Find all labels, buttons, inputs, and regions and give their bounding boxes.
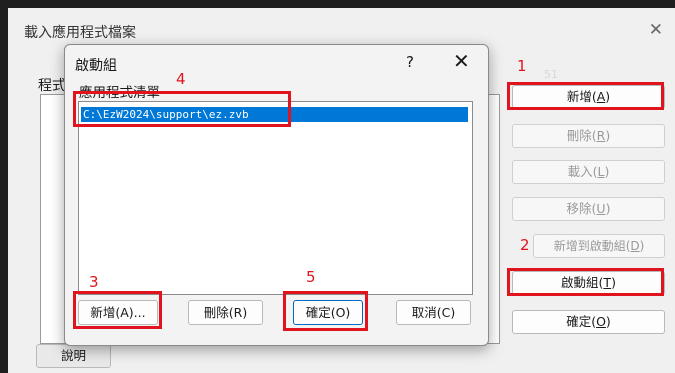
delete-button-label: 刪除(: [566, 128, 597, 143]
remove-button[interactable]: 移除(U): [512, 197, 665, 221]
ok-button-label: 確定(: [566, 314, 597, 329]
add-button-label: 新增(: [566, 89, 597, 104]
dialog-title: 啟動組: [75, 58, 117, 74]
dialog-close-icon[interactable]: ✕: [453, 49, 470, 73]
application-list[interactable]: C:\EzW2024\support\ez.zvb: [78, 101, 473, 295]
dialog-delete-button[interactable]: 刪除(R): [188, 300, 263, 325]
remove-button-label: 移除(: [566, 201, 597, 216]
annotation-3: 3: [89, 273, 99, 291]
startup-group-button-label: 啟動組(: [561, 275, 604, 290]
ok-button[interactable]: 確定(O): [512, 310, 665, 334]
startup-group-button-key: T: [603, 275, 612, 290]
programs-group-label: 程式: [38, 78, 66, 94]
add-to-startup-button-end: ): [639, 239, 645, 253]
startup-group-button-end: ): [611, 275, 616, 290]
window-title: 載入應用程式檔案: [24, 25, 136, 41]
list-item[interactable]: C:\EzW2024\support\ez.zvb: [81, 107, 468, 122]
help-icon[interactable]: ?: [406, 53, 414, 71]
load-button-label: 載入(: [567, 164, 598, 179]
add-to-startup-button-key: D: [630, 239, 640, 253]
application-list-label: 應用程式清單: [79, 85, 160, 101]
close-icon[interactable]: ✕: [649, 20, 663, 40]
remove-button-key: U: [596, 201, 606, 216]
ok-button-end: ): [605, 314, 611, 329]
faint-counter: 51: [544, 68, 558, 81]
startup-group-button[interactable]: 啟動組(T): [512, 271, 665, 295]
annotation-2: 2: [520, 236, 530, 254]
load-button-end: ): [604, 164, 610, 179]
delete-button[interactable]: 刪除(R): [512, 124, 665, 148]
add-button[interactable]: 新增(A): [512, 85, 665, 109]
remove-button-end: ): [605, 201, 611, 216]
add-to-startup-button-label: 新增到啟動組(: [553, 239, 631, 253]
startup-group-dialog: 啟動組 ? ✕ 應用程式清單 C:\EzW2024\support\ez.zvb…: [64, 44, 489, 346]
load-button[interactable]: 載入(L): [512, 160, 665, 184]
ok-button-key: O: [596, 314, 606, 329]
dialog-add-button[interactable]: 新增(A)...: [78, 300, 158, 325]
add-to-startup-button[interactable]: 新增到啟動組(D): [533, 234, 665, 258]
annotation-1: 1: [517, 57, 527, 75]
help-button[interactable]: 說明: [36, 344, 111, 368]
add-button-key: A: [596, 89, 606, 104]
add-button-end: ): [605, 89, 611, 104]
annotation-5: 5: [306, 268, 316, 286]
delete-button-end: ): [605, 128, 611, 143]
dialog-ok-button[interactable]: 確定(O): [293, 300, 363, 325]
dialog-cancel-button[interactable]: 取消(C): [396, 300, 471, 325]
annotation-4: 4: [176, 70, 186, 88]
